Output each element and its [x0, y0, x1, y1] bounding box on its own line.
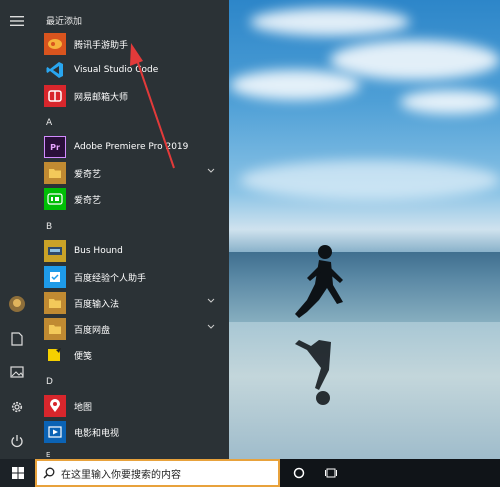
- task-view-icon: [325, 468, 337, 478]
- section-header-b[interactable]: B: [46, 222, 52, 232]
- start-menu-rail: [0, 0, 34, 459]
- search-icon: [43, 467, 55, 479]
- user-account-button[interactable]: [0, 287, 34, 321]
- app-item-movies-tv[interactable]: 电影和电视: [44, 420, 227, 444]
- chevron-down-icon[interactable]: [207, 298, 215, 304]
- app-label: 爱奇艺: [74, 169, 102, 180]
- task-view-button[interactable]: [320, 459, 342, 487]
- search-placeholder: 在这里输入你要搜索的内容: [61, 469, 181, 481]
- app-item-baidu-input-folder[interactable]: 百度输入法: [44, 291, 227, 315]
- app-label: Bus Hound: [74, 246, 123, 256]
- app-label: Visual Studio Code: [74, 65, 159, 75]
- section-header-a[interactable]: A: [46, 118, 52, 128]
- power-button[interactable]: [0, 424, 34, 458]
- movies-tv-icon: [44, 421, 66, 443]
- settings-button[interactable]: [0, 390, 34, 424]
- vscode-icon: [44, 59, 66, 81]
- maps-icon: [44, 395, 66, 417]
- app-label: 百度经验个人助手: [74, 273, 147, 284]
- folder-icon: [44, 318, 66, 340]
- baidu-experience-icon: [44, 266, 66, 288]
- gear-icon: [11, 401, 23, 413]
- pictures-button[interactable]: [0, 355, 34, 389]
- tencent-mobile-game-assistant-icon: [44, 33, 66, 55]
- premiere-pro-icon: Pr: [44, 136, 66, 158]
- section-header-d[interactable]: D: [46, 377, 53, 387]
- app-item-tencent-mobile-game-assistant[interactable]: 腾讯手游助手: [44, 32, 227, 56]
- sticky-notes-icon: [44, 344, 66, 366]
- folder-icon: [44, 162, 66, 184]
- bus-hound-icon: [44, 240, 66, 262]
- windows-logo-icon: [11, 467, 24, 479]
- app-label: 便笺: [74, 351, 93, 362]
- power-icon: [11, 435, 23, 448]
- app-item-premiere-pro[interactable]: Pr Adobe Premiere Pro 2019: [44, 135, 227, 159]
- taskbar-search-box[interactable]: 在这里输入你要搜索的内容: [35, 459, 280, 487]
- app-item-netease-mail-master[interactable]: 网易邮箱大师: [44, 84, 227, 108]
- app-item-bus-hound[interactable]: Bus Hound: [44, 239, 227, 263]
- section-header-recent: 最近添加: [46, 17, 83, 27]
- app-item-vscode[interactable]: Visual Studio Code: [44, 58, 227, 82]
- hamburger-menu-button[interactable]: [0, 4, 34, 38]
- cortana-circle-icon: [293, 467, 305, 479]
- app-item-iqiyi[interactable]: 爱奇艺: [44, 187, 227, 211]
- documents-button[interactable]: [0, 322, 34, 356]
- start-button[interactable]: [0, 459, 35, 487]
- chevron-down-icon[interactable]: [207, 324, 215, 330]
- iqiyi-icon: [44, 188, 66, 210]
- folder-icon: [44, 292, 66, 314]
- app-label: 爱奇艺: [74, 195, 102, 206]
- netease-mail-master-icon: [44, 85, 66, 107]
- chevron-down-icon[interactable]: [207, 168, 215, 174]
- app-label: 地图: [74, 402, 93, 413]
- document-icon: [11, 332, 23, 346]
- app-list: 最近添加 腾讯手游助手 Visual Studio Code 网易邮箱大师 A …: [36, 0, 229, 459]
- app-label: 腾讯手游助手: [74, 40, 129, 51]
- start-menu: 最近添加 腾讯手游助手 Visual Studio Code 网易邮箱大师 A …: [0, 0, 229, 459]
- app-label: 百度输入法: [74, 299, 120, 310]
- picture-icon: [10, 366, 24, 378]
- app-item-baidu-experience[interactable]: 百度经验个人助手: [44, 265, 227, 289]
- runner-silhouette: [295, 245, 343, 405]
- user-avatar-icon: [9, 296, 25, 312]
- section-header-e[interactable]: E: [46, 451, 50, 459]
- app-label: Adobe Premiere Pro 2019: [74, 142, 189, 152]
- app-item-iqiyi-folder[interactable]: 爱奇艺: [44, 161, 227, 185]
- cortana-button[interactable]: [288, 459, 310, 487]
- app-item-maps[interactable]: 地图: [44, 394, 227, 418]
- app-label: 电影和电视: [74, 428, 120, 439]
- hamburger-icon: [10, 16, 24, 26]
- app-label: 百度网盘: [74, 325, 111, 336]
- app-label: 网易邮箱大师: [74, 92, 129, 103]
- app-item-baidu-netdisk-folder[interactable]: 百度网盘: [44, 317, 227, 341]
- app-item-sticky-notes[interactable]: 便笺: [44, 343, 227, 367]
